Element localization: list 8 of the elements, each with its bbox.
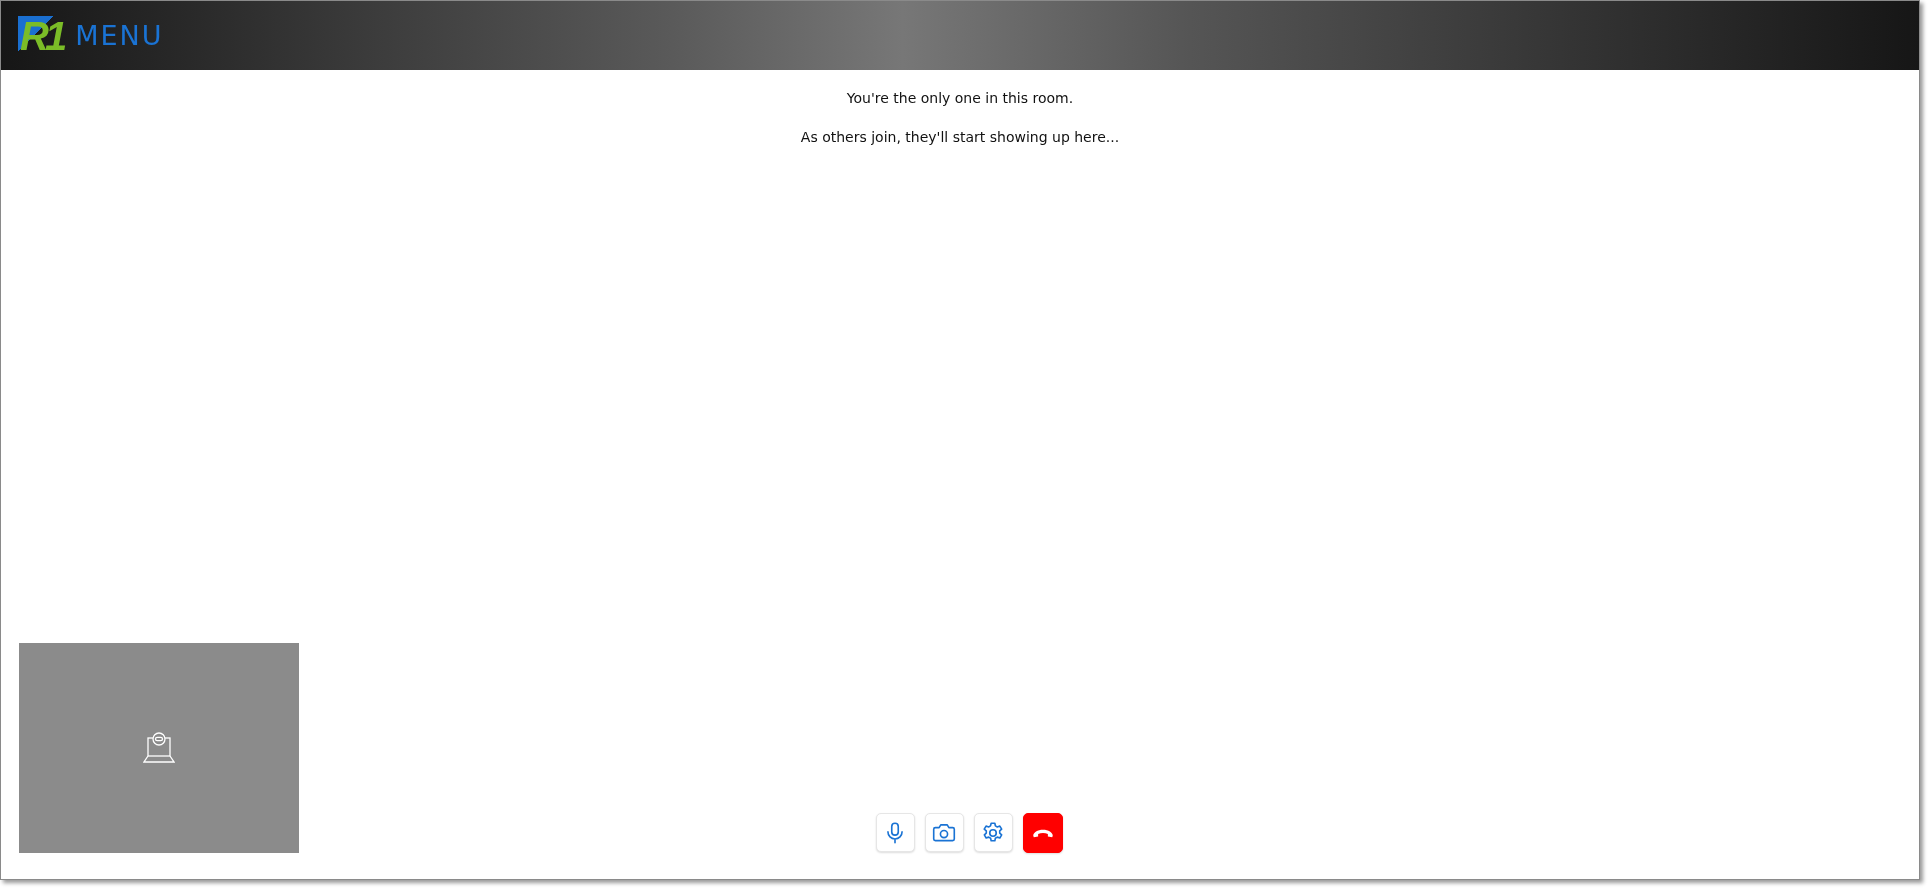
laptop-webcam-icon [143, 731, 175, 765]
camera-button[interactable] [924, 813, 964, 852]
info-message: As others join, they'll start showing up here... [800, 129, 1120, 145]
hang-up-button[interactable] [1022, 813, 1063, 853]
logo-text: MENU [75, 20, 164, 51]
settings-button[interactable] [973, 813, 1013, 852]
mic-button[interactable] [875, 813, 915, 852]
info-message: You're the only one in this room. [846, 90, 1074, 106]
